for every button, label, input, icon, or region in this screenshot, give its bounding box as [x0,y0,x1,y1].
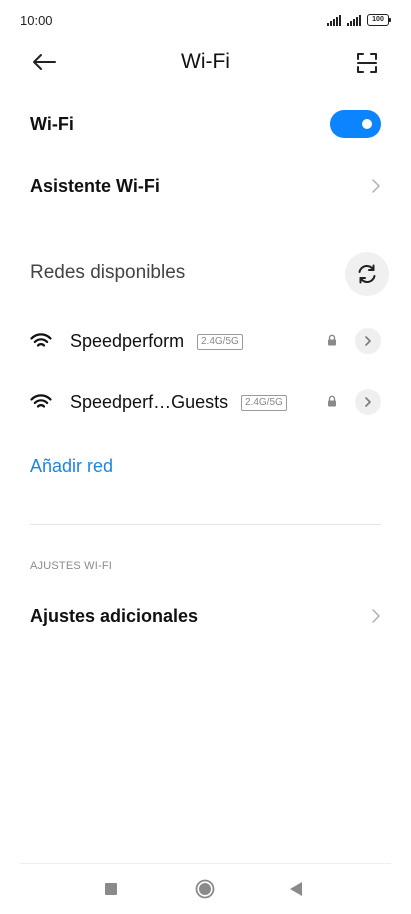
network-band-badge: 2.4G/5G [197,334,243,350]
wifi-icon [30,333,52,347]
scan-qr-button[interactable] [355,51,379,75]
nav-divider [20,863,391,864]
back-arrow-icon [33,54,56,70]
home-icon [195,879,215,899]
network-band-badge: 2.4G/5G [241,395,287,411]
status-time: 10:00 [20,13,53,28]
wifi-toggle-row: Wi-Fi [30,110,381,138]
network-details-button[interactable] [355,328,381,354]
wifi-assistant-row[interactable]: Asistente Wi-Fi [30,174,381,198]
battery-icon: 100 [367,14,391,26]
status-icons: 100 [327,14,391,26]
lock-icon [328,395,336,407]
network-ssid: Speedperf…Guests [70,392,229,412]
chevron-right-icon [365,336,371,346]
recents-button[interactable] [99,878,123,900]
chevron-right-icon [372,609,380,623]
wifi-icon [30,394,52,408]
network-details-button[interactable] [355,389,381,415]
signal-icon [347,14,361,26]
wifi-toggle-switch[interactable] [330,110,381,138]
chevron-right-icon [365,397,371,407]
chevron-right-icon [372,179,380,193]
page-title: Wi-Fi [181,50,230,73]
additional-settings-label: Ajustes adicionales [30,606,199,626]
recents-icon [105,883,117,895]
refresh-icon [358,264,376,284]
status-bar: 10:00 100 [0,0,411,40]
signal-icon [327,14,341,26]
home-button[interactable] [193,878,217,900]
network-ssid: Speedperform [70,331,185,351]
back-icon [290,882,302,896]
scan-qr-icon [357,53,377,73]
available-networks-title: Redes disponibles [30,262,186,283]
app-bar: Wi-Fi [0,40,411,84]
back-button[interactable] [30,50,58,74]
divider [30,524,381,525]
network-item[interactable]: Speedperf…Guests 2.4G/5G [30,384,381,420]
nav-back-button[interactable] [284,878,308,900]
refresh-button[interactable] [345,252,389,296]
toggle-knob [362,119,372,129]
add-network-link[interactable]: Añadir red [30,456,113,477]
lock-icon [328,334,336,346]
wifi-settings-header: AJUSTES WI-FI [30,560,113,572]
wifi-toggle-label: Wi-Fi [30,114,74,134]
additional-settings-row[interactable]: Ajustes adicionales [30,604,381,628]
network-item[interactable]: Speedperform 2.4G/5G [30,323,381,359]
wifi-assistant-label: Asistente Wi-Fi [30,176,160,196]
